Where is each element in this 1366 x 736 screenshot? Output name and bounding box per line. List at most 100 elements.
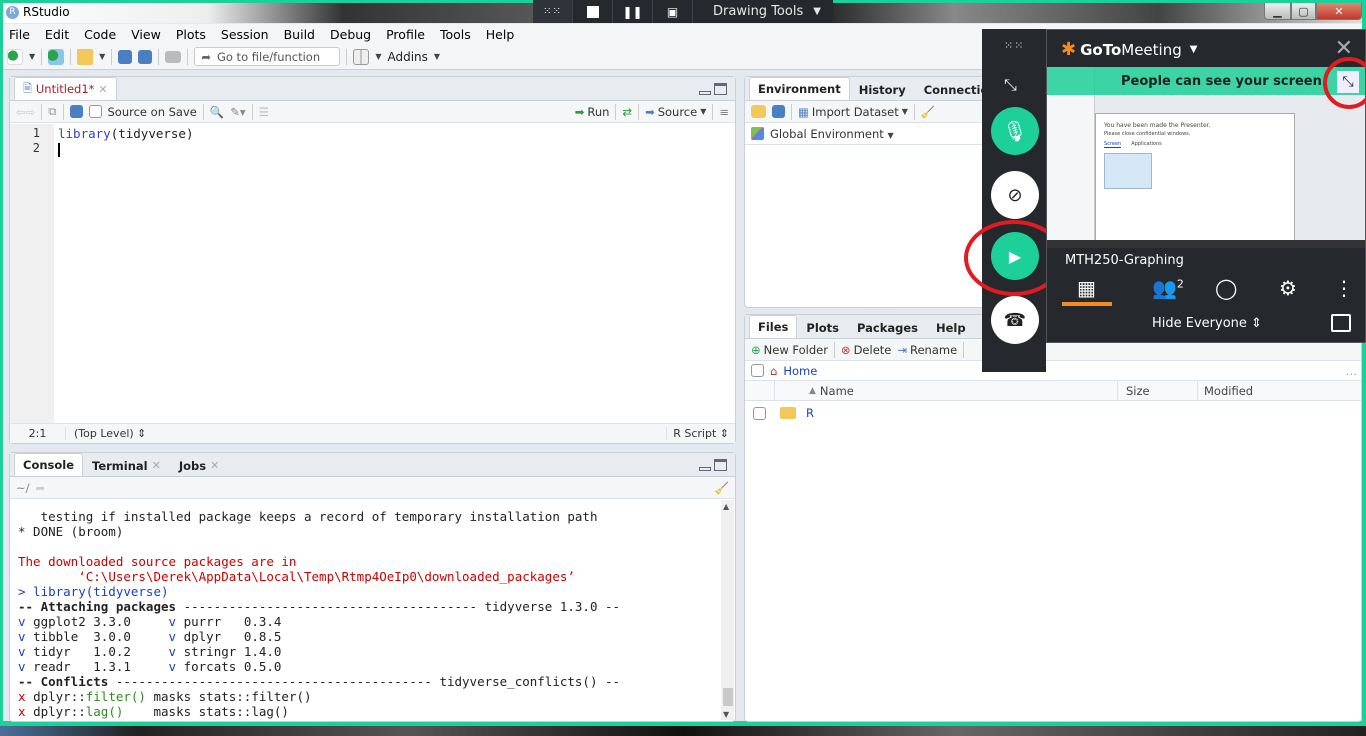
- text-cursor: [58, 142, 60, 157]
- tab-untitled1[interactable]: 🗎 Untitled1* ✕: [14, 77, 117, 100]
- close-tab-icon[interactable]: ✕: [98, 83, 107, 96]
- goto-file-input[interactable]: ➦ Go to file/function: [194, 47, 341, 66]
- tab-plots[interactable]: Plots: [797, 316, 848, 338]
- clear-broom-icon[interactable]: 🧹: [921, 105, 935, 119]
- microphone-button[interactable]: 🎙: [991, 107, 1039, 155]
- gotomeeting-logo[interactable]: ✱ GoTo Meeting ▼: [1061, 39, 1197, 60]
- menu-debug[interactable]: Debug: [330, 27, 371, 42]
- import-dataset-button[interactable]: ▦ Import Dataset ▼: [798, 105, 908, 119]
- save-workspace-icon[interactable]: [772, 105, 785, 118]
- compile-report-icon[interactable]: ☰: [259, 105, 269, 119]
- menu-session[interactable]: Session: [221, 27, 269, 42]
- new-folder-button[interactable]: ⊕ New Folder: [751, 343, 828, 357]
- menu-view[interactable]: View: [131, 27, 161, 42]
- pane-layout-icon[interactable]: [353, 48, 370, 65]
- menu-edit[interactable]: Edit: [45, 27, 69, 42]
- minimize-pane-icon[interactable]: [699, 91, 711, 95]
- source-on-save-checkbox[interactable]: [88, 105, 102, 118]
- hang-up-button[interactable]: ☎: [991, 296, 1039, 344]
- file-row-checkbox[interactable]: [753, 406, 766, 420]
- select-all-checkbox[interactable]: [751, 364, 764, 377]
- screen-share-button[interactable]: ▣: [653, 0, 693, 23]
- file-row[interactable]: R: [745, 401, 1361, 425]
- run-button[interactable]: ➡ Run: [575, 105, 610, 119]
- home-icon[interactable]: ⌂: [770, 364, 777, 378]
- menu-file[interactable]: File: [9, 27, 30, 42]
- minimize-button[interactable]: ▁: [1264, 3, 1291, 20]
- rename-button[interactable]: ⇥ Rename: [897, 343, 957, 357]
- close-tab-icon: ✕: [151, 459, 161, 472]
- addins-menu[interactable]: Addins: [387, 50, 427, 64]
- tab-files[interactable]: Files: [749, 315, 798, 338]
- load-workspace-icon[interactable]: [751, 105, 766, 118]
- collapse-icon[interactable]: ⤡: [1004, 75, 1017, 95]
- stop-sharing-button[interactable]: [573, 0, 613, 23]
- open-file-dropdown-icon[interactable]: ▼: [99, 52, 105, 61]
- camera-off-button[interactable]: ⊘: [991, 171, 1039, 219]
- tab-console[interactable]: Console: [14, 453, 84, 476]
- more-options-icon[interactable]: ⋮: [1334, 276, 1354, 300]
- hide-everyone-toggle[interactable]: Hide Everyone ⇕: [1152, 316, 1262, 331]
- settings-gear-icon[interactable]: ⚙: [1279, 276, 1297, 300]
- menu-build[interactable]: Build: [284, 27, 315, 42]
- clear-console-broom-icon[interactable]: 🧹: [715, 481, 729, 495]
- source-button[interactable]: ➡ Source ▼: [645, 105, 706, 119]
- tab-terminal[interactable]: Terminal ✕: [83, 454, 170, 476]
- maximize-button[interactable]: ▢: [1291, 3, 1316, 20]
- column-name[interactable]: ▲ Name: [775, 381, 1118, 400]
- breadcrumb-home[interactable]: Home: [783, 364, 817, 378]
- cursor-position: 2:1: [10, 427, 66, 440]
- drawing-tools-dropdown[interactable]: Drawing Tools ▼: [693, 4, 821, 19]
- menu-tools[interactable]: Tools: [440, 27, 471, 42]
- pane-layout-dropdown-icon[interactable]: ▼: [375, 52, 381, 61]
- code-editor[interactable]: 1 2 library(tidyverse): [10, 124, 735, 423]
- column-size[interactable]: Size: [1118, 381, 1198, 400]
- chat-icon[interactable]: ◯: [1215, 276, 1237, 300]
- open-file-icon[interactable]: [77, 48, 94, 65]
- back-forward-icon[interactable]: ⇦⇨: [16, 105, 35, 119]
- column-modified[interactable]: Modified: [1198, 384, 1253, 398]
- menu-profile[interactable]: Profile: [386, 27, 425, 42]
- show-in-window-icon[interactable]: ⧉: [48, 104, 56, 119]
- go-to-dir-icon[interactable]: ➦: [36, 481, 46, 495]
- menu-code[interactable]: Code: [84, 27, 116, 42]
- menu-help[interactable]: Help: [486, 27, 515, 42]
- tab-history[interactable]: History: [850, 78, 915, 100]
- tab-help[interactable]: Help: [927, 316, 975, 338]
- tab-packages[interactable]: Packages: [848, 316, 927, 338]
- rerun-icon[interactable]: ⇄: [622, 105, 632, 119]
- addins-dropdown-icon[interactable]: ▼: [434, 52, 440, 61]
- participants-icon[interactable]: 👥2: [1152, 276, 1184, 300]
- search-icon[interactable]: 🔍: [210, 105, 224, 119]
- save-icon[interactable]: [118, 49, 133, 64]
- scrollbar-thumb[interactable]: [723, 688, 733, 706]
- more-path-button[interactable]: …: [1346, 364, 1362, 378]
- console-scrollbar[interactable]: ▲ ▼: [721, 500, 734, 720]
- file-name-link[interactable]: R: [806, 406, 814, 420]
- grid-view-icon[interactable]: ▦: [1077, 276, 1096, 300]
- maximize-pane-icon[interactable]: [714, 83, 727, 95]
- code-tools-wand-icon[interactable]: ✎▾: [230, 105, 245, 119]
- save-all-icon[interactable]: [138, 49, 153, 64]
- environment-scope-dropdown[interactable]: Global Environment ▼: [770, 127, 894, 141]
- maximize-pane-icon[interactable]: [714, 459, 727, 471]
- tab-jobs[interactable]: Jobs ✕: [170, 454, 228, 476]
- minimize-pane-icon[interactable]: [699, 467, 711, 471]
- console-output[interactable]: testing if installed package keeps a rec…: [10, 500, 721, 721]
- file-type-selector[interactable]: R Script ⇕: [666, 427, 735, 440]
- drag-handle-icon[interactable]: ⁙⁙: [533, 0, 573, 23]
- pause-sharing-button[interactable]: ❚❚: [613, 0, 653, 23]
- save-icon[interactable]: [69, 105, 83, 118]
- new-file-icon[interactable]: [7, 48, 23, 65]
- video-popout-icon[interactable]: [1331, 314, 1351, 332]
- print-icon[interactable]: [165, 50, 182, 63]
- delete-button[interactable]: ⊗ Delete: [841, 343, 891, 357]
- rail-drag-handle-icon[interactable]: ⁙⁙: [1004, 39, 1024, 52]
- outline-icon[interactable]: ≡: [719, 105, 729, 119]
- close-button[interactable]: ✕: [1316, 3, 1362, 20]
- new-file-dropdown-icon[interactable]: ▼: [29, 52, 35, 61]
- tab-environment[interactable]: Environment: [749, 77, 850, 100]
- scope-selector[interactable]: (Top Level) ⇕: [66, 427, 666, 440]
- menu-plots[interactable]: Plots: [176, 27, 206, 42]
- new-project-icon[interactable]: [48, 48, 65, 65]
